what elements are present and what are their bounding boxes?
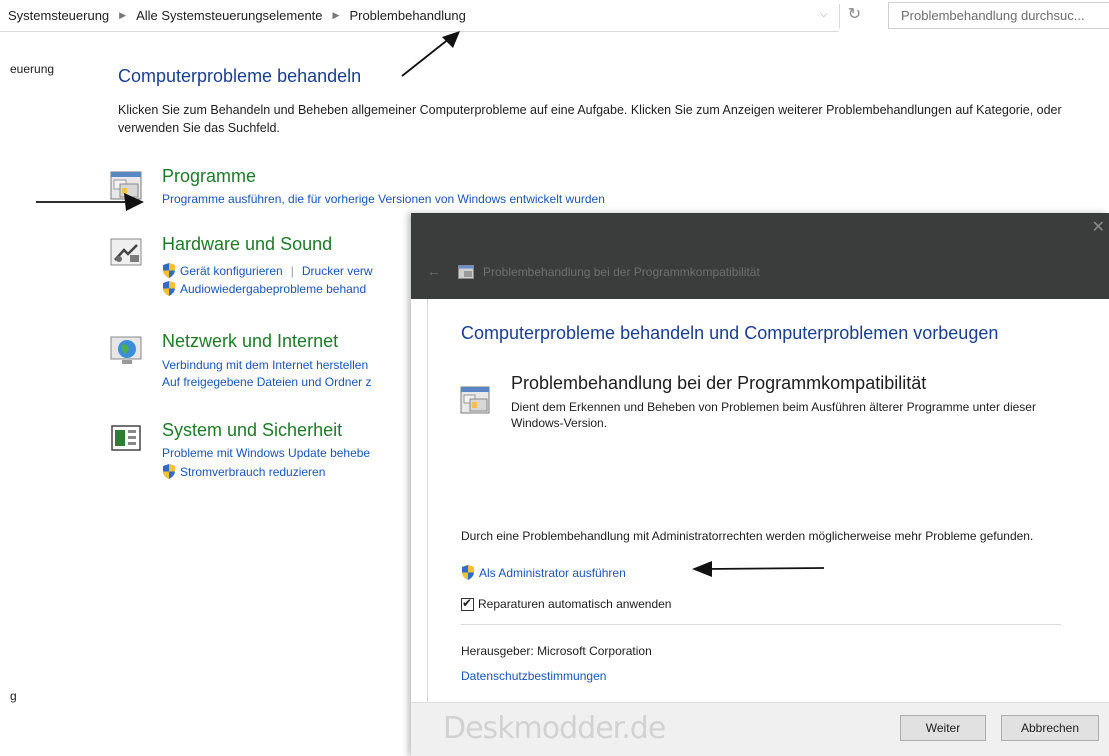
left-nav-item-control-panel-home[interactable]: euerung [10,62,54,76]
hardware-sound-icon [110,238,142,266]
auto-repair-checkbox[interactable] [461,596,474,611]
dialog-divider [461,624,1061,625]
auto-repair-label[interactable]: Reparaturen automatisch anwenden [478,597,671,611]
link-row-power: Stromverbrauch reduzieren [162,464,325,479]
program-compatibility-icon [460,386,490,414]
left-nav-item-bottom[interactable]: g [10,689,17,703]
breadcrumb: Systemsteuerung ▶ Alle Systemsteuerungse… [8,8,466,23]
dialog-window-title: Problembehandlung bei der Programmkompat… [483,265,760,279]
refresh-icon[interactable]: ↻ [839,4,869,28]
annotation-arrow-icon [692,561,825,577]
dialog-content-frame [427,299,1109,702]
annotation-arrow-icon [401,31,460,77]
page-description: Klicken Sie zum Behandeln und Beheben al… [118,103,1062,135]
run-as-admin-label[interactable]: Als Administrator ausführen [479,566,626,580]
close-icon[interactable]: ✕ [1092,217,1105,237]
breadcrumb-item-control-panel[interactable]: Systemsteuerung [8,8,109,23]
breadcrumb-item-troubleshooting[interactable]: Problembehandlung [349,8,465,23]
cancel-button[interactable]: Abbrechen [1001,715,1099,741]
dialog-footer: Deskmodder.de Weiter Abbrechen [411,702,1109,756]
uac-shield-icon [163,464,175,479]
breadcrumb-item-all-items[interactable]: Alle Systemsteuerungselemente [136,8,322,23]
uac-shield-icon [163,281,175,296]
category-title-programs[interactable]: Programme [162,166,256,187]
link-windows-update[interactable]: Probleme mit Windows Update behebe [162,446,370,460]
dialog-titlebar: ✕ ← Problembehandlung bei der Programmko… [411,213,1109,299]
compatibility-troubleshooter-dialog: ✕ ← Problembehandlung bei der Programmko… [411,213,1109,756]
run-as-admin-link[interactable]: Als Administrator ausführen [461,565,626,580]
link-connect-internet[interactable]: Verbindung mit dem Internet herstellen [162,358,368,372]
link-row-hardware: Gerät konfigurieren | Drucker verw [162,263,373,278]
uac-shield-icon [462,565,474,580]
uac-shield-icon [163,263,175,278]
link-audio-playback[interactable]: Audiowiedergabeprobleme behand [180,282,366,296]
publisher-value: Microsoft Corporation [537,644,652,658]
address-bar: Systemsteuerung ▶ Alle Systemsteuerungse… [0,0,1109,32]
system-security-icon [111,425,141,451]
troubleshooter-app-icon [458,265,474,279]
category-title-network-internet[interactable]: Netzwerk und Internet [162,331,338,352]
back-arrow-icon[interactable]: ← [427,263,441,279]
category-title-hardware-sound[interactable]: Hardware und Sound [162,234,332,255]
link-shared-folders[interactable]: Auf freigegebene Dateien und Ordner z [162,375,371,389]
next-button[interactable]: Weiter [900,715,986,741]
dialog-heading: Computerprobleme behandeln und Computerp… [461,323,999,343]
privacy-statement-link[interactable]: Datenschutzbestimmungen [461,669,606,683]
address-history-chevron-down-icon[interactable]: ⌵ [820,9,828,20]
network-globe-icon [110,336,142,364]
publisher-line: Herausgeber: Microsoft Corporation [461,644,652,658]
troubleshooter-title: Problembehandlung bei der Programmkompat… [511,373,927,393]
publisher-label: Herausgeber: [461,644,534,658]
link-configure-device[interactable]: Gerät konfigurieren [180,264,283,278]
breadcrumb-separator-icon: ▶ [332,10,340,20]
link-row-audio: Audiowiedergabeprobleme behand [162,281,366,296]
link-run-older-programs[interactable]: Programme ausführen, die für vorherige V… [162,192,605,206]
auto-repair-option[interactable]: Reparaturen automatisch anwenden [461,596,671,611]
breadcrumb-separator-icon: ▶ [119,10,127,20]
link-reduce-power[interactable]: Stromverbrauch reduzieren [180,465,325,479]
admin-rights-note: Durch eine Problembehandlung mit Adminis… [461,529,1034,543]
annotation-arrow-icon [36,193,144,211]
link-printer[interactable]: Drucker verw [302,264,373,278]
search-input[interactable]: Problembehandlung durchsuc... [888,2,1109,29]
page-title: Computerprobleme behandeln [118,66,362,86]
watermark-logo: Deskmodder.de [443,711,666,746]
category-title-system-security[interactable]: System und Sicherheit [162,420,342,441]
troubleshooter-description: Dient dem Erkennen und Beheben von Probl… [511,400,1036,430]
link-separator: | [290,264,294,278]
